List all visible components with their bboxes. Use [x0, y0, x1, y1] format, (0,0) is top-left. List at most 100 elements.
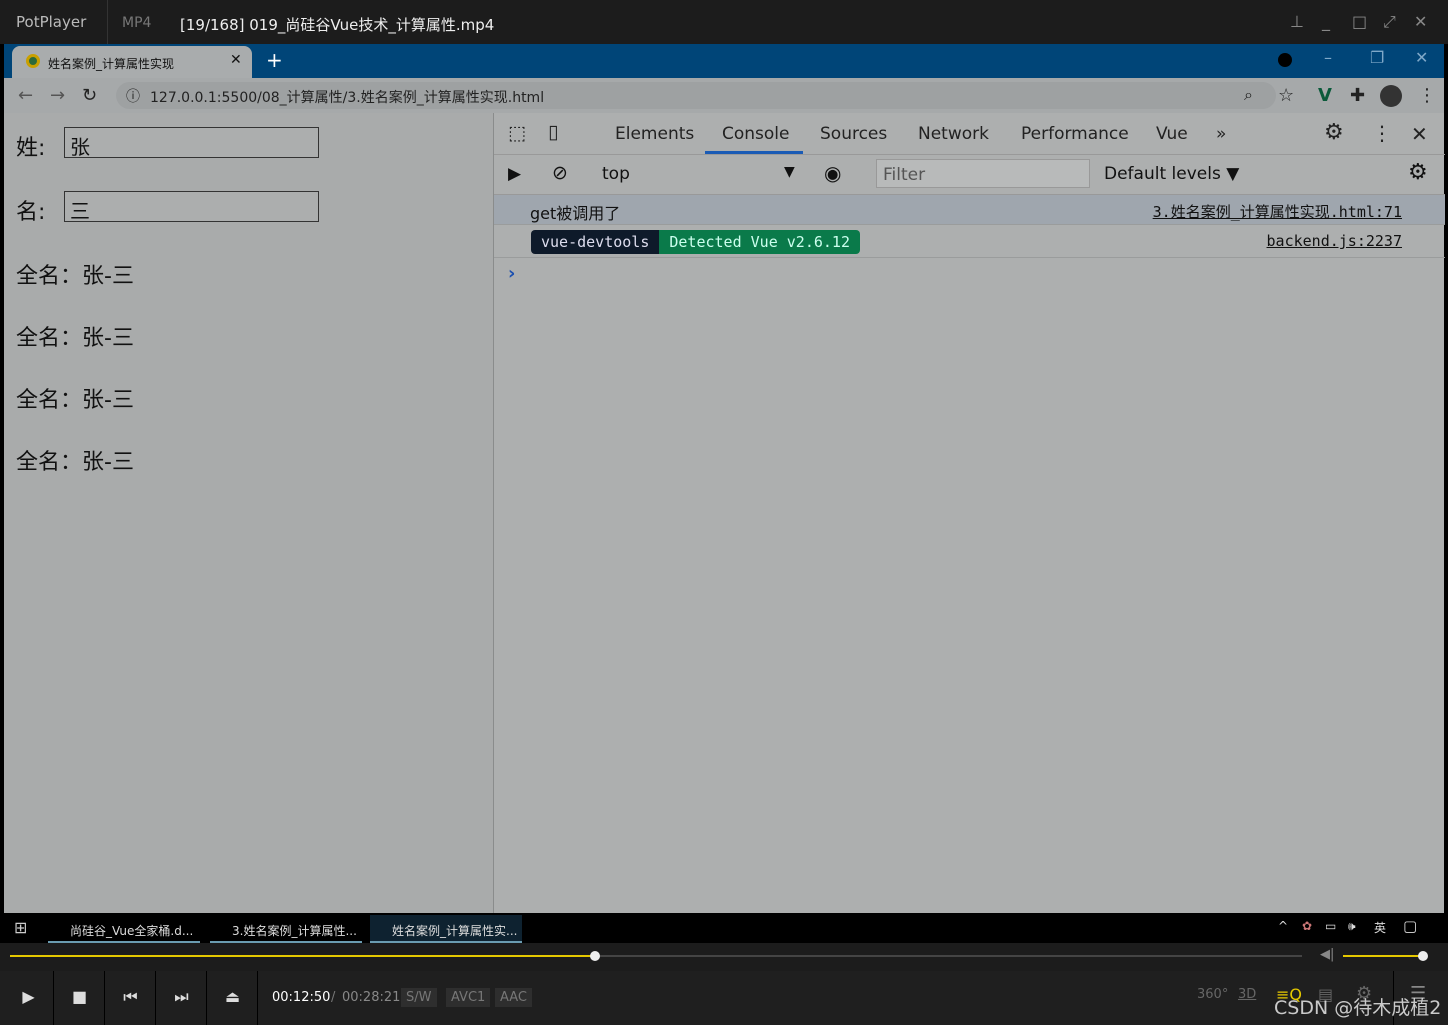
- format-label: MP4: [122, 15, 152, 31]
- browser-tabstrip: 姓名案例_计算属性实现 ✕ + – ❐ ✕: [4, 44, 1444, 78]
- address-bar-row: ← → ↻ ⓘ 127.0.0.1:5500/08_计算属性/3.姓名案例_计算…: [4, 78, 1444, 113]
- filter-input[interactable]: Filter: [876, 159, 1090, 188]
- minimize-icon[interactable]: _: [1322, 12, 1330, 31]
- eject-icon[interactable]: ⏏: [208, 971, 258, 1025]
- pin-icon[interactable]: ⊥: [1290, 12, 1304, 31]
- player-titlebar: PotPlayer MP4 [19/168] 019_尚硅谷Vue技术_计算属性…: [0, 0, 1448, 44]
- next-icon[interactable]: ⏭: [157, 971, 207, 1025]
- maximize-icon[interactable]: □: [1352, 12, 1367, 31]
- previous-icon[interactable]: ⏮: [106, 971, 156, 1025]
- zoom-icon[interactable]: ⌕: [1244, 85, 1253, 105]
- console-toolbar: ▶ ⊘ top ▼ ◉ Filter Default levels ▼ ⚙: [494, 155, 1445, 195]
- player-menu[interactable]: PotPlayer: [16, 13, 86, 31]
- vue-devtools-extension-icon[interactable]: V: [1318, 85, 1332, 106]
- more-tabs-icon[interactable]: »: [1216, 124, 1226, 144]
- context-select[interactable]: top: [602, 164, 630, 184]
- settings-gear-icon[interactable]: ⚙: [1324, 120, 1344, 145]
- last-name-input[interactable]: 张: [64, 127, 319, 159]
- levels-dropdown[interactable]: Default levels ▼: [1104, 164, 1239, 184]
- back-icon[interactable]: ←: [18, 85, 33, 106]
- total-time: 00:28:21: [342, 990, 401, 1005]
- task-label: 3.姓名案例_计算属性...: [232, 924, 357, 938]
- seek-progress: [10, 955, 596, 957]
- tray-app-icon[interactable]: ✿: [1302, 919, 1312, 933]
- devtools-tabs: ⬚ ▯ Elements Console Sources Network Per…: [494, 113, 1445, 155]
- seek-area: ◀|: [0, 943, 1448, 971]
- vue-favicon-icon: [26, 54, 40, 68]
- taskbar-item-word[interactable]: 尚硅谷_Vue全家桶.d...: [48, 915, 200, 943]
- mute-icon[interactable]: ◀|: [1320, 947, 1334, 962]
- task-label: 姓名案例_计算属性实...: [392, 924, 518, 938]
- tab-performance[interactable]: Performance: [1021, 124, 1129, 144]
- record-icon: [1278, 53, 1292, 67]
- volume-handle[interactable]: [1418, 951, 1428, 961]
- info-icon[interactable]: ⓘ: [126, 86, 140, 106]
- forward-icon[interactable]: →: [50, 85, 65, 106]
- tab-vue[interactable]: Vue: [1156, 124, 1188, 144]
- vue-badge: vue-devtools Detected Vue v2.6.12: [531, 230, 860, 254]
- badge-devtools: vue-devtools: [531, 230, 660, 254]
- battery-icon[interactable]: ▭: [1325, 919, 1336, 933]
- task-label: 尚硅谷_Vue全家桶.d...: [70, 924, 194, 938]
- close-icon[interactable]: ✕: [1414, 12, 1427, 31]
- console-prompt[interactable]: ›: [508, 263, 515, 284]
- 360-icon[interactable]: 360°: [1197, 987, 1228, 1002]
- last-name-label: 姓:: [16, 136, 46, 161]
- browser-tab[interactable]: 姓名案例_计算属性实现 ✕: [12, 46, 252, 78]
- chevron-down-icon[interactable]: ▼: [784, 164, 795, 180]
- url-input[interactable]: ⓘ 127.0.0.1:5500/08_计算属性/3.姓名案例_计算属性实现.h…: [116, 82, 1276, 109]
- active-tab-indicator: [705, 151, 803, 154]
- url-text: 127.0.0.1:5500/08_计算属性/3.姓名案例_计算属性实现.htm…: [150, 90, 545, 106]
- close-devtools-icon[interactable]: ✕: [1411, 122, 1428, 146]
- device-toolbar-icon[interactable]: ▯: [548, 121, 558, 143]
- taskbar-item-chrome[interactable]: 姓名案例_计算属性实...: [370, 915, 522, 943]
- volume-slider[interactable]: [1343, 955, 1423, 957]
- fullname-text: 全名：张-三: [16, 450, 134, 475]
- clear-console-icon[interactable]: ⊘: [552, 162, 568, 184]
- profile-avatar[interactable]: [1380, 85, 1402, 107]
- menu-icon[interactable]: ⋮: [1418, 85, 1436, 106]
- new-tab-button[interactable]: +: [266, 48, 283, 72]
- windows-start-icon[interactable]: ⊞: [14, 918, 27, 937]
- eye-icon[interactable]: ◉: [824, 161, 841, 185]
- minimize-icon[interactable]: –: [1324, 48, 1332, 67]
- devtools-panel: ⬚ ▯ Elements Console Sources Network Per…: [493, 113, 1445, 913]
- console-message: vue-devtools Detected Vue v2.6.12 backend…: [494, 225, 1445, 258]
- tab-sources[interactable]: Sources: [820, 124, 887, 144]
- seek-handle[interactable]: [590, 951, 601, 961]
- tab-console[interactable]: Console: [722, 124, 790, 144]
- console-settings-icon[interactable]: ⚙: [1408, 160, 1428, 185]
- tray-chevron-icon[interactable]: ^: [1278, 919, 1288, 933]
- notification-icon[interactable]: ▢: [1403, 917, 1417, 935]
- reload-icon[interactable]: ↻: [82, 85, 97, 106]
- restore-icon[interactable]: ❐: [1370, 48, 1384, 67]
- decoder-tag[interactable]: S/W: [401, 988, 437, 1007]
- video-codec-tag[interactable]: AVC1: [446, 988, 491, 1007]
- taskbar-item-vscode[interactable]: 3.姓名案例_计算属性...: [210, 915, 362, 943]
- audio-codec-tag[interactable]: AAC: [495, 988, 532, 1007]
- time-separator: /: [331, 990, 336, 1005]
- page-content: 姓: 张 名: 三 全名：张-三 全名：张-三 全名：张-三 全名：张-三: [4, 113, 493, 913]
- close-window-icon[interactable]: ✕: [1415, 48, 1428, 67]
- volume-tray-icon[interactable]: 🕪: [1348, 919, 1356, 934]
- fullname-text: 全名：张-三: [16, 326, 134, 351]
- play-icon[interactable]: ▶: [4, 971, 54, 1025]
- bookmark-star-icon[interactable]: ☆: [1278, 85, 1294, 106]
- badge-detected: Detected Vue v2.6.12: [659, 230, 860, 254]
- close-tab-icon[interactable]: ✕: [230, 52, 242, 68]
- more-options-icon[interactable]: ⋮: [1372, 121, 1392, 145]
- inspect-element-icon[interactable]: ⬚: [508, 122, 526, 144]
- 3d-icon[interactable]: 3D: [1238, 987, 1256, 1002]
- windows-taskbar: ⊞ 尚硅谷_Vue全家桶.d... 3.姓名案例_计算属性... 姓名案例_计算…: [0, 913, 1448, 943]
- source-link[interactable]: 3.姓名案例_计算属性实现.html:71: [1153, 201, 1402, 222]
- ime-indicator[interactable]: 英: [1374, 919, 1386, 936]
- extensions-icon[interactable]: ✚: [1350, 85, 1365, 106]
- fullscreen-icon[interactable]: ⤢: [1383, 12, 1396, 32]
- tab-elements[interactable]: Elements: [615, 124, 694, 144]
- tab-network[interactable]: Network: [918, 124, 989, 144]
- tab-title: 姓名案例_计算属性实现: [48, 57, 175, 71]
- source-link[interactable]: backend.js:2237: [1267, 232, 1402, 250]
- stop-icon[interactable]: ■: [55, 971, 105, 1025]
- sidebar-toggle-icon[interactable]: ▶: [508, 164, 521, 184]
- first-name-input[interactable]: 三: [64, 191, 319, 223]
